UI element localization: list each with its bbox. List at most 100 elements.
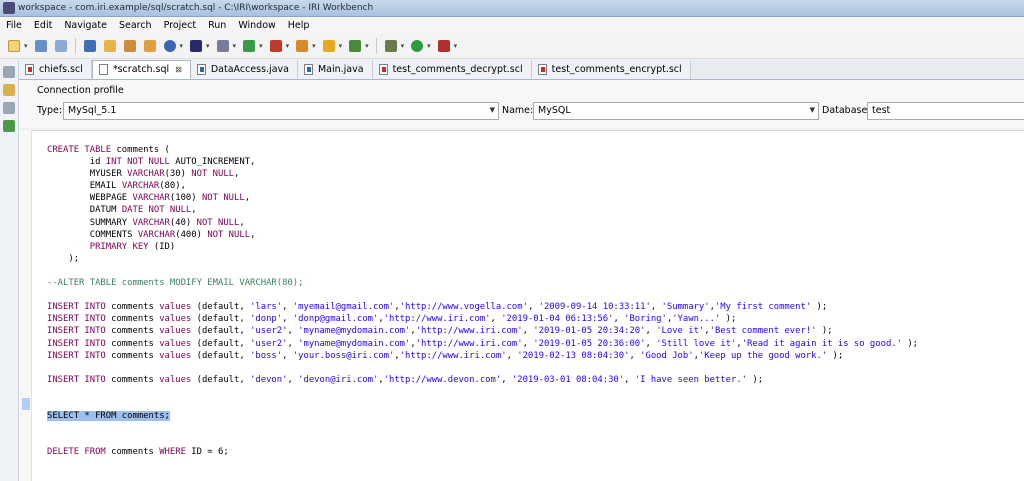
code-line[interactable] (47, 265, 918, 277)
code-text[interactable]: CREATE TABLE comments ( id INT NOT NULL … (47, 144, 918, 458)
tab-test-comments-encrypt[interactable]: test_comments_encrypt.scl (531, 60, 691, 79)
code-line[interactable]: INSERT INTO comments values (default, 'u… (47, 338, 918, 350)
connect-dropdown-icon[interactable]: ▾ (180, 42, 184, 50)
tab-main-java[interactable]: Main.java (297, 60, 373, 79)
tab-test-comments-decrypt[interactable]: test_comments_decrypt.scl (372, 60, 532, 79)
save-icon[interactable] (33, 38, 49, 54)
shield-dropdown-icon[interactable]: ▾ (339, 42, 343, 50)
sql-string: 'Keep up the good work.' (698, 350, 828, 361)
code-token: AUTO_INCREMENT, (169, 157, 256, 168)
code-line[interactable]: id INT NOT NULL AUTO_INCREMENT, (47, 156, 918, 168)
sql-string: 'http://www.iri.com' (415, 338, 523, 349)
code-token: , (506, 350, 518, 361)
new-icon[interactable] (6, 38, 22, 54)
sql-keyword: INSERT INTO (47, 374, 106, 385)
code-line[interactable]: INSERT INTO comments values (default, 'b… (47, 350, 918, 362)
code-line[interactable]: SELECT * FROM comments; (47, 410, 918, 422)
lambda-icon[interactable] (294, 38, 310, 54)
code-line[interactable]: ); (47, 253, 918, 265)
code-token: , (250, 229, 256, 240)
console-icon[interactable] (82, 38, 98, 54)
code-line[interactable]: INSERT INTO comments values (default, 'd… (47, 313, 918, 325)
tab-scratch-sql[interactable]: *scratch.sql ⊠ (91, 60, 191, 79)
import-icon[interactable] (142, 38, 158, 54)
menu-navigate[interactable]: Navigate (58, 20, 113, 31)
chart-icon[interactable] (347, 38, 363, 54)
sql-string: 'boss' (250, 350, 283, 361)
flow-dropdown-icon[interactable]: ▾ (286, 42, 290, 50)
external-tools-dropdown-icon[interactable]: ▾ (454, 42, 458, 50)
sql-keyword: values (159, 374, 192, 385)
code-token: ); (816, 326, 833, 337)
main-toolbar: ▾ ▾ ▾ ▾ ▾ ▾ ▾ ▾ ▾ ▾ ▾ ▾ (0, 34, 1024, 59)
code-token: comments (105, 338, 160, 349)
restore-icon[interactable] (3, 102, 15, 114)
code-token: , (287, 374, 299, 385)
code-line[interactable]: MYUSER VARCHAR(30) NOT NULL, (47, 168, 918, 180)
code-line[interactable]: INSERT INTO comments values (default, 'd… (47, 374, 918, 386)
menu-edit[interactable]: Edit (28, 20, 58, 31)
type-select[interactable]: MySql_5.1 ▼ (63, 102, 499, 120)
sql-file-icon (378, 64, 388, 75)
database-select[interactable]: test (867, 102, 1024, 120)
job-icon[interactable] (241, 38, 257, 54)
menu-help[interactable]: Help (282, 20, 316, 31)
wizard-dropdown-icon[interactable]: ▾ (206, 42, 210, 50)
code-line[interactable]: WEBPAGE VARCHAR(100) NOT NULL, (47, 192, 918, 204)
wizard-icon[interactable] (188, 38, 204, 54)
close-icon[interactable]: ⊠ (175, 65, 182, 74)
connect-icon[interactable] (162, 38, 178, 54)
code-line[interactable]: DELETE FROM comments WHERE ID = 6; (47, 446, 918, 458)
code-line[interactable]: DATUM DATE NOT NULL, (47, 204, 918, 216)
new-dropdown-icon[interactable]: ▾ (24, 42, 28, 50)
code-line[interactable] (47, 362, 918, 374)
code-line[interactable] (47, 289, 918, 301)
sql-string: 'Good Job' (640, 350, 694, 361)
code-line[interactable]: SUMMARY VARCHAR(40) NOT NULL, (47, 217, 918, 229)
tab-chiefs-scl[interactable]: chiefs.scl (19, 60, 92, 79)
menu-search[interactable]: Search (113, 20, 158, 31)
job-dropdown-icon[interactable]: ▾ (259, 42, 263, 50)
sql-editor[interactable]: CREATE TABLE comments ( id INT NOT NULL … (31, 130, 1024, 481)
code-line[interactable] (47, 398, 918, 410)
project-explorer-icon[interactable] (3, 84, 15, 96)
menu-project[interactable]: Project (158, 20, 203, 31)
code-line[interactable] (47, 434, 918, 446)
code-token: , (282, 302, 293, 313)
menu-window[interactable]: Window (232, 20, 281, 31)
name-select[interactable]: MySQL ▼ (533, 102, 819, 120)
code-line[interactable]: EMAIL VARCHAR(80), (47, 180, 918, 192)
code-line[interactable]: --ALTER TABLE comments MODIFY EMAIL VARC… (47, 277, 918, 289)
sql-string: 'Still love it' (656, 338, 737, 349)
code-line[interactable]: COMMENTS VARCHAR(400) NOT NULL, (47, 229, 918, 241)
open-folder-icon[interactable] (102, 38, 118, 54)
code-line[interactable]: CREATE TABLE comments ( (47, 144, 918, 156)
data-source-explorer-icon[interactable] (3, 120, 15, 132)
code-line[interactable] (47, 386, 918, 398)
save-all-icon[interactable] (53, 38, 69, 54)
debug-dropdown-icon[interactable]: ▾ (401, 42, 405, 50)
code-line[interactable]: PRIMARY KEY (ID) (47, 241, 918, 253)
code-token: EMAIL (47, 181, 122, 192)
code-token: , (234, 169, 240, 180)
menu-run[interactable]: Run (202, 20, 232, 31)
sql-keyword: NOT NULL (196, 217, 240, 228)
shield-icon[interactable] (321, 38, 337, 54)
code-line[interactable]: INSERT INTO comments values (default, 'l… (47, 301, 918, 313)
tools-icon[interactable] (215, 38, 231, 54)
lambda-dropdown-icon[interactable]: ▾ (312, 42, 316, 50)
external-tools-icon[interactable] (436, 38, 452, 54)
tab-dataaccess-java[interactable]: DataAccess.java (190, 60, 298, 79)
tools-dropdown-icon[interactable]: ▾ (233, 42, 237, 50)
code-token: (40) (169, 217, 197, 228)
code-line[interactable]: INSERT INTO comments values (default, 'u… (47, 325, 918, 337)
menu-file[interactable]: File (0, 20, 28, 31)
flow-icon[interactable] (268, 38, 284, 54)
run-dropdown-icon[interactable]: ▾ (427, 42, 431, 50)
run-icon[interactable] (409, 38, 425, 54)
chart-dropdown-icon[interactable]: ▾ (365, 42, 369, 50)
restore-icon[interactable] (3, 66, 15, 78)
code-line[interactable] (47, 422, 918, 434)
debug-icon[interactable] (383, 38, 399, 54)
export-icon[interactable] (122, 38, 138, 54)
